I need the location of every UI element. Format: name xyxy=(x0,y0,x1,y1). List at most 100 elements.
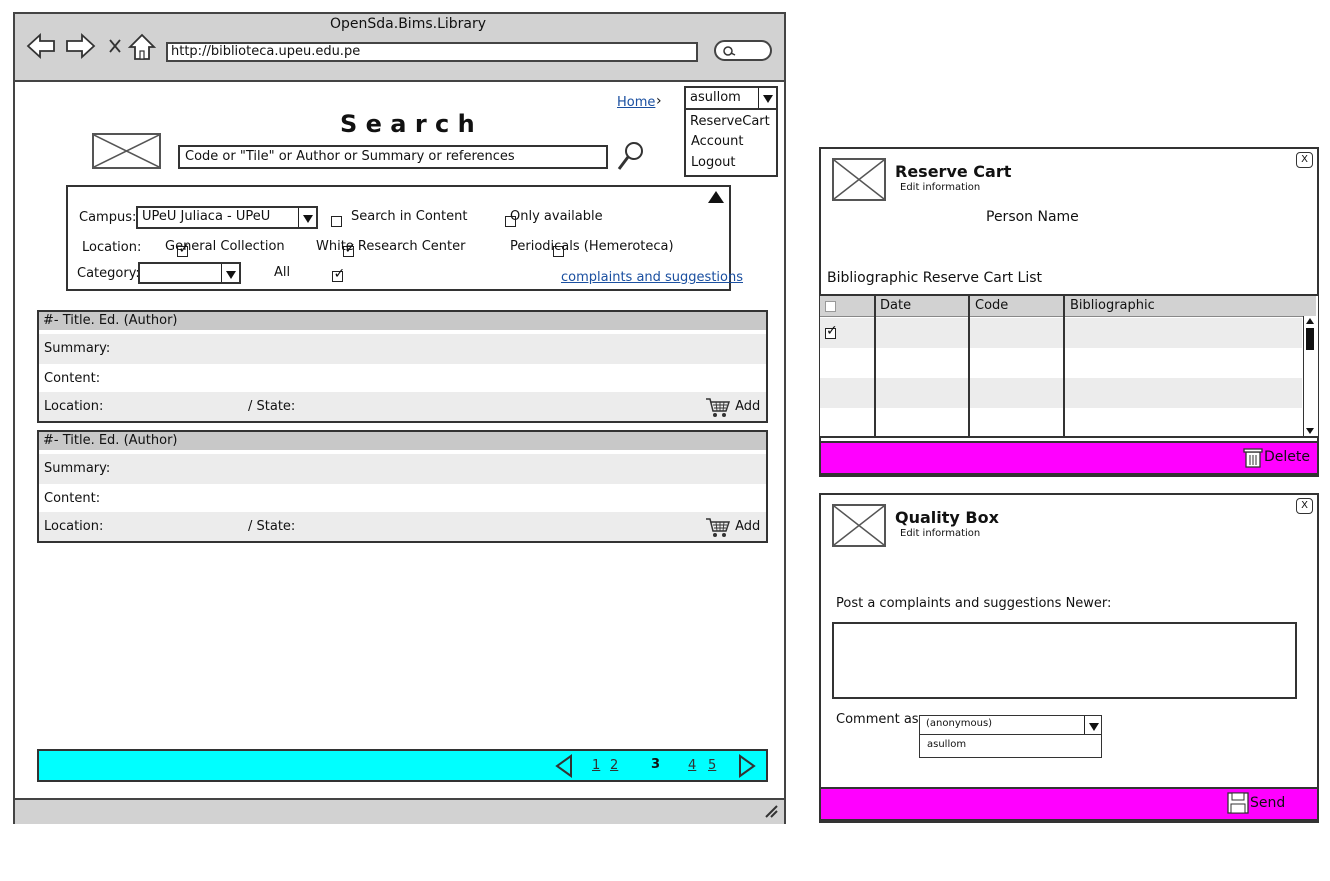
table-row[interactable] xyxy=(820,318,1302,348)
all-categories-label: All xyxy=(274,265,291,280)
user-select[interactable]: asullom xyxy=(686,88,776,110)
result-state: / State: xyxy=(248,399,296,414)
menu-item-reservecart[interactable]: ReserveCart xyxy=(690,114,770,129)
cart-icon xyxy=(706,397,731,417)
page-link-4[interactable]: 4 xyxy=(688,758,696,773)
logo-image-placeholder xyxy=(92,133,161,169)
page-title: S e a r c h xyxy=(340,110,475,138)
search-in-content-checkbox[interactable] xyxy=(331,216,342,227)
white-research-label: White Research Center xyxy=(316,239,466,254)
send-button[interactable]: Send xyxy=(1226,792,1285,814)
quality-image-placeholder xyxy=(832,504,886,547)
nav-controls xyxy=(26,32,157,60)
person-name: Person Name xyxy=(986,209,1079,225)
chevron-down-icon xyxy=(221,264,239,282)
add-label: Add xyxy=(735,519,761,534)
save-disk-icon xyxy=(1227,792,1249,814)
select-all-checkbox[interactable] xyxy=(825,301,836,312)
resize-grip-icon[interactable] xyxy=(763,804,779,818)
image-placeholder-icon xyxy=(93,134,160,168)
user-select-value: asullom xyxy=(690,90,741,105)
forward-icon[interactable] xyxy=(66,32,96,60)
page-current: 3 xyxy=(651,757,661,772)
table-row[interactable] xyxy=(820,378,1302,408)
page-link-1[interactable]: 1 xyxy=(592,758,600,773)
address-bar[interactable]: http://biblioteca.upeu.edu.pe xyxy=(166,42,698,62)
complaint-prompt: Post a complaints and suggestions Newer: xyxy=(836,596,1112,611)
search-input[interactable]: Code or "Tile" or Author or Summary or r… xyxy=(178,145,608,169)
campus-select[interactable]: UPeU Juliaca - UPeU xyxy=(136,206,318,229)
category-select[interactable] xyxy=(138,262,241,284)
scrollbar[interactable] xyxy=(1303,316,1316,436)
scrollbar-arrows-icon xyxy=(1306,318,1314,434)
reserve-subtitle: Edit information xyxy=(900,182,981,193)
back-icon[interactable] xyxy=(26,32,55,60)
add-to-cart-button[interactable]: Add xyxy=(705,392,760,422)
image-placeholder-icon xyxy=(833,159,885,200)
menu-item-logout[interactable]: Logout xyxy=(691,155,736,170)
url-text: http://biblioteca.upeu.edu.pe xyxy=(171,44,361,59)
home-icon[interactable] xyxy=(127,33,157,60)
column-header-date: Date xyxy=(880,298,912,313)
complaints-link[interactable]: complaints and suggestions xyxy=(561,270,743,285)
result-item: #- Title. Ed. (Author) Summary: Content:… xyxy=(37,310,768,423)
result-item: #- Title. Ed. (Author) Summary: Content:… xyxy=(37,430,768,543)
quality-close-button[interactable]: X xyxy=(1296,498,1313,514)
all-categories-checkbox[interactable] xyxy=(332,266,345,282)
breadcrumb-home[interactable]: Home xyxy=(617,95,655,110)
browser-search-box[interactable] xyxy=(714,40,772,61)
prev-page-icon[interactable] xyxy=(554,754,574,778)
page-link-5[interactable]: 5 xyxy=(708,758,716,773)
search-icon[interactable] xyxy=(616,140,646,172)
delete-button[interactable]: Delete xyxy=(1242,446,1310,468)
breadcrumb-chevron-icon: › xyxy=(656,93,662,109)
result-location-row: Location: / State: Add xyxy=(39,392,766,421)
chevron-down-icon xyxy=(1084,716,1101,734)
quality-title: Quality Box xyxy=(895,508,999,527)
column-divider xyxy=(874,296,876,438)
cart-icon xyxy=(706,517,731,537)
row-checkbox[interactable] xyxy=(825,323,838,339)
column-header-code: Code xyxy=(975,298,1009,313)
periodicals-label: Periodicals (Hemeroteca) xyxy=(510,239,674,254)
result-title[interactable]: #- Title. Ed. (Author) xyxy=(39,312,766,330)
image-placeholder-icon xyxy=(833,505,885,546)
comment-as-option[interactable]: asullom xyxy=(927,739,966,750)
page-link-2[interactable]: 2 xyxy=(610,758,618,773)
result-location: Location: xyxy=(44,399,104,414)
comment-as-value: (anonymous) xyxy=(926,718,993,729)
collapse-up-icon[interactable] xyxy=(707,190,725,204)
next-page-icon[interactable] xyxy=(737,754,757,778)
search-in-content-label: Search in Content xyxy=(351,209,468,224)
close-icon[interactable] xyxy=(109,39,121,53)
reserve-image-placeholder xyxy=(832,158,886,201)
quality-subtitle: Edit information xyxy=(900,528,981,539)
location-label: Location: xyxy=(82,240,142,255)
send-label: Send xyxy=(1250,795,1286,811)
campus-label: Campus: xyxy=(79,210,137,225)
status-bar xyxy=(15,798,784,824)
search-icon xyxy=(723,46,736,56)
reserve-close-button[interactable]: X xyxy=(1296,152,1313,168)
chevron-down-icon xyxy=(758,88,776,108)
result-state: / State: xyxy=(248,519,296,534)
comment-as-select[interactable]: (anonymous) xyxy=(920,716,1101,735)
result-summary: Summary: xyxy=(39,454,766,484)
menu-item-account[interactable]: Account xyxy=(691,134,744,149)
add-to-cart-button[interactable]: Add xyxy=(705,512,760,542)
result-content: Content: xyxy=(44,371,101,386)
only-available-label: Only available xyxy=(510,209,603,224)
comment-as-label: Comment as: xyxy=(836,712,923,727)
result-content: Content: xyxy=(44,491,101,506)
general-collection-label: General Collection xyxy=(165,239,285,254)
reserve-title: Reserve Cart xyxy=(895,162,1012,181)
column-header-bibliographic: Bibliographic xyxy=(1070,298,1155,313)
trash-icon xyxy=(1243,448,1263,468)
result-location-row: Location: / State: Add xyxy=(39,512,766,541)
category-label: Category: xyxy=(77,266,140,281)
window-title: OpenSda.Bims.Library xyxy=(330,16,487,32)
result-location: Location: xyxy=(44,519,104,534)
reserve-list-title: Bibliographic Reserve Cart List xyxy=(827,270,1042,286)
complaint-textarea[interactable] xyxy=(832,622,1297,699)
result-title[interactable]: #- Title. Ed. (Author) xyxy=(39,432,766,450)
